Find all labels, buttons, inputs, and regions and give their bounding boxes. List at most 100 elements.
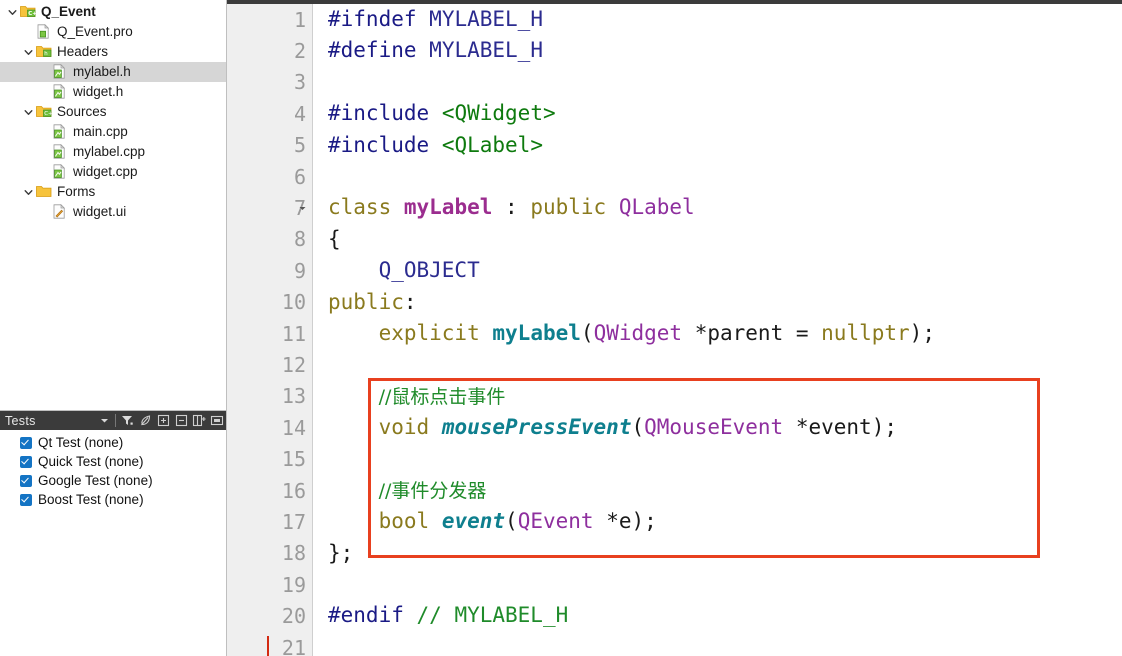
chevron-down-icon[interactable]	[20, 184, 36, 200]
code-token: #define	[328, 38, 417, 63]
code-token: Q_OBJECT	[378, 258, 480, 283]
leaf-icon[interactable]	[136, 412, 154, 429]
line-number-text: 11	[281, 321, 306, 346]
tree-item-forms[interactable]: Forms	[0, 182, 226, 202]
test-row[interactable]: Quick Test (none)	[0, 452, 226, 471]
chevron-down-icon[interactable]	[95, 412, 113, 429]
tree-item-label: widget.ui	[73, 204, 127, 219]
code-text-area[interactable]: #ifndef MYLABEL_H #define MYLABEL_H #incl…	[313, 4, 1122, 656]
code-token: QWidget	[593, 320, 683, 345]
tree-item-q-event-pro[interactable]: Q_Event.pro	[0, 22, 226, 42]
tree-item-mylabel-cpp[interactable]: mylabel.cpp	[0, 142, 226, 162]
code-editor: 1 2 3 4 5 6 7 8 9 10 11 12 13 14 15 16 17 18 19 20 21 #ifnde…	[227, 0, 1122, 656]
project-tree[interactable]: C++ Q_Event Q_Event.proh Headers mylabel.h wi…	[0, 0, 227, 411]
code-line[interactable]: #endif // MYLABEL_H	[328, 600, 1122, 631]
sources-folder-icon: C++	[36, 104, 53, 120]
line-number: 15	[227, 443, 312, 474]
line-number-text: 16	[281, 478, 306, 503]
code-line[interactable]	[328, 443, 1122, 474]
tree-item-main-cpp[interactable]: main.cpp	[0, 122, 226, 142]
expand-all-icon[interactable]	[154, 412, 172, 429]
code-line[interactable]: #define MYLABEL_H	[328, 35, 1122, 66]
code-token: *parent =	[682, 320, 822, 345]
checkbox-icon[interactable]	[20, 493, 32, 506]
code-line[interactable]: //事件分发器	[328, 475, 1122, 506]
code-line[interactable]: {	[328, 224, 1122, 255]
code-line[interactable]: explicit myLabel(QWidget *parent = nullp…	[328, 318, 1122, 349]
code-token: );	[631, 509, 657, 534]
checkbox-icon[interactable]	[20, 436, 32, 449]
tests-toolbar: Tests	[0, 411, 226, 430]
line-number: 5	[227, 130, 312, 161]
line-number-text: 18	[281, 541, 306, 566]
code-line[interactable]	[328, 161, 1122, 192]
code-token: QMouseEvent	[644, 415, 784, 440]
code-token: (	[505, 509, 518, 534]
tree-item-sources[interactable]: C++ Sources	[0, 102, 226, 122]
test-row[interactable]: Google Test (none)	[0, 471, 226, 490]
editor-body[interactable]: 1 2 3 4 5 6 7 8 9 10 11 12 13 14 15 16 17 18 19 20 21 #ifnde…	[227, 4, 1122, 656]
ui-file-icon	[52, 204, 69, 220]
code-line[interactable]: #include <QLabel>	[328, 130, 1122, 161]
code-line[interactable]: void mousePressEvent(QMouseEvent *event)…	[328, 412, 1122, 443]
test-row[interactable]: Boost Test (none)	[0, 490, 226, 509]
collapse-all-icon[interactable]	[172, 412, 190, 429]
code-token: myLabel	[492, 320, 581, 345]
chevron-down-icon[interactable]	[20, 44, 36, 60]
chevron-down-icon[interactable]	[20, 104, 36, 120]
code-line[interactable]	[328, 67, 1122, 98]
code-line[interactable]	[328, 349, 1122, 380]
code-token: myLabel	[403, 195, 493, 220]
code-token: #ifndef	[328, 7, 417, 31]
line-number-gutter[interactable]: 1 2 3 4 5 6 7 8 9 10 11 12 13 14 15 16 17 18 19 20 21	[227, 4, 313, 656]
code-line[interactable]: Q_OBJECT	[328, 255, 1122, 286]
line-number-text: 5	[293, 133, 306, 158]
tree-item-widget-cpp[interactable]: widget.cpp	[0, 162, 226, 182]
line-number-text: 6	[293, 164, 306, 189]
checkbox-icon[interactable]	[20, 455, 32, 468]
code-line[interactable]: #include <QWidget>	[328, 98, 1122, 129]
tree-item-q-event[interactable]: C++ Q_Event	[0, 2, 226, 22]
code-line[interactable]: bool event(QEvent *e);	[328, 506, 1122, 537]
test-row-label: Google Test (none)	[38, 473, 153, 488]
tree-item-mylabel-h[interactable]: mylabel.h	[0, 62, 226, 82]
tree-item-label: Headers	[57, 44, 109, 59]
test-row[interactable]: Qt Test (none)	[0, 433, 226, 452]
code-token: );	[871, 415, 898, 440]
code-line[interactable]: };	[328, 538, 1122, 569]
pro-file-icon	[36, 24, 53, 40]
source-file-icon	[52, 144, 69, 160]
tests-panel-title: Tests	[5, 413, 36, 428]
code-line[interactable]: public:	[328, 287, 1122, 318]
code-line[interactable]: class myLabel : public QLabel	[328, 192, 1122, 223]
tree-item-headers[interactable]: h Headers	[0, 42, 226, 62]
line-number: 19	[227, 569, 312, 600]
filter-icon[interactable]	[118, 412, 136, 429]
tests-list[interactable]: Qt Test (none) Quick Test (none) Google Te…	[0, 430, 226, 656]
test-row-label: Quick Test (none)	[38, 454, 144, 469]
tree-item-label: Q_Event.pro	[57, 24, 133, 39]
tree-item-widget-ui[interactable]: widget.ui	[0, 202, 226, 222]
line-number: 11	[227, 318, 312, 349]
code-line[interactable]: #ifndef MYLABEL_H	[328, 4, 1122, 35]
code-line[interactable]: //鼠标点击事件	[328, 381, 1122, 412]
line-number: 4	[227, 98, 312, 129]
chevron-down-icon[interactable]	[4, 4, 20, 20]
tree-item-label: Sources	[57, 104, 107, 119]
tree-item-widget-h[interactable]: widget.h	[0, 82, 226, 102]
fold-toggle-icon[interactable]	[296, 202, 308, 214]
code-token: void	[378, 415, 430, 440]
tree-twisty-empty	[20, 24, 36, 40]
checkbox-icon[interactable]	[20, 474, 32, 487]
close-panel-icon[interactable]	[208, 412, 226, 429]
line-number-text: 8	[293, 227, 306, 252]
split-view-icon[interactable]	[190, 412, 208, 429]
code-line[interactable]	[328, 569, 1122, 600]
tree-item-label: Forms	[57, 184, 96, 199]
test-row-label: Qt Test (none)	[38, 435, 124, 450]
code-line[interactable]	[328, 632, 1122, 656]
